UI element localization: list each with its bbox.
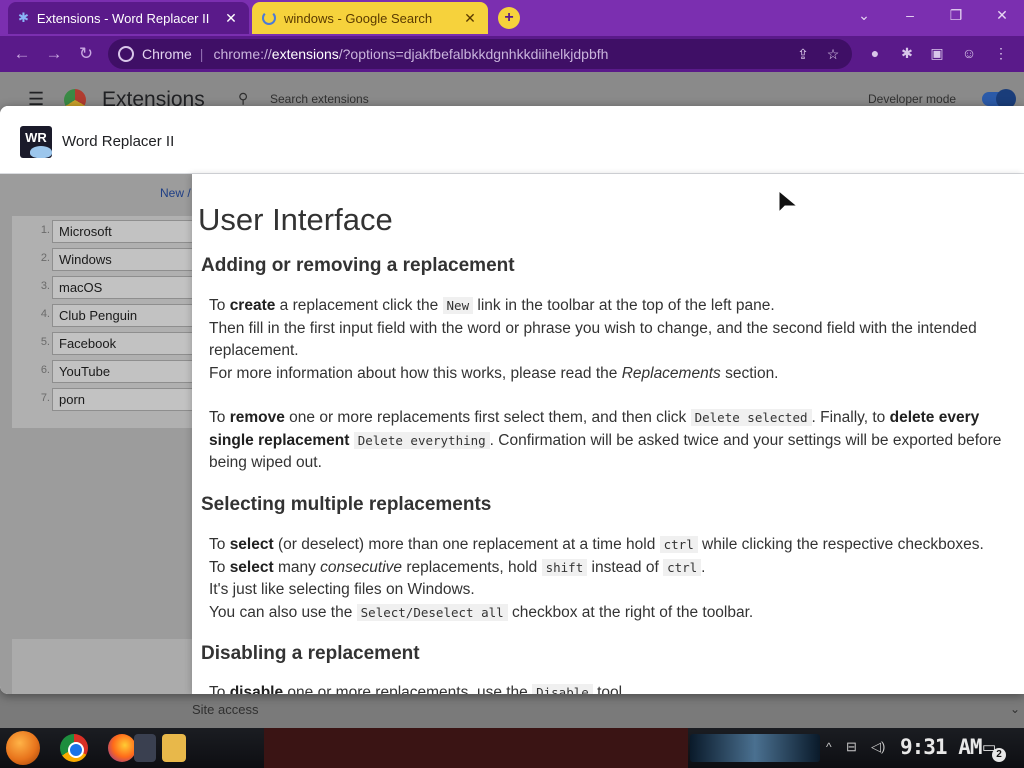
- tab-close-icon[interactable]: ✕: [223, 10, 239, 27]
- help-paragraph: To select (or deselect) more than one re…: [209, 536, 984, 621]
- replacement-input[interactable]: Club Penguin: [52, 304, 192, 327]
- help-title: User Interface: [198, 202, 393, 237]
- new-tab-button[interactable]: +: [498, 7, 520, 29]
- reload-icon[interactable]: ↻: [74, 42, 98, 66]
- more-menu-icon[interactable]: ⋮: [990, 42, 1012, 64]
- section-heading-selecting-multiple: Selecting multiple replacements: [201, 494, 492, 515]
- developer-mode-toggle[interactable]: [982, 89, 1016, 109]
- tab-search-icon[interactable]: ⌄: [850, 4, 878, 26]
- row-number: 4.: [40, 308, 50, 320]
- minimize-button[interactable]: –: [896, 4, 924, 26]
- tab-strip: ✱ Extensions - Word Replacer II ✕ window…: [0, 0, 1024, 36]
- list-item: 1. Microsoft: [12, 218, 192, 244]
- replacement-input[interactable]: YouTube: [52, 360, 192, 383]
- share-icon[interactable]: ⇪: [792, 43, 814, 65]
- list-item: 3. macOS: [12, 274, 192, 300]
- section-heading-adding-removing: Adding or removing a replacement: [201, 255, 515, 276]
- side-panel-icon[interactable]: ▣: [926, 42, 948, 64]
- address-bar[interactable]: Chrome | chrome://extensions/?options=dj…: [108, 39, 852, 69]
- new-replacement-link[interactable]: New /: [160, 186, 191, 200]
- options-dialog: WR Word Replacer II New / 1. Microsoft 2…: [0, 106, 1024, 694]
- row-number: 6.: [40, 364, 50, 376]
- bookmark-star-icon[interactable]: ☆: [822, 43, 844, 65]
- mouse-cursor-icon: [778, 190, 799, 214]
- back-icon[interactable]: ←: [10, 42, 34, 66]
- search-icon: ⚲: [238, 90, 249, 106]
- section-heading-disabling: Disabling a replacement: [201, 643, 420, 664]
- close-window-button[interactable]: ✕: [988, 4, 1016, 26]
- tab-title: Extensions - Word Replacer II: [36, 10, 210, 26]
- puzzle-icon: ✱: [18, 10, 29, 25]
- file-explorer-icon[interactable]: [162, 734, 186, 762]
- row-number: 7.: [40, 392, 50, 404]
- list-item: 5. Facebook: [12, 330, 192, 356]
- replacements-toolbar: New /: [0, 174, 192, 214]
- network-icon[interactable]: ⊟: [846, 739, 857, 755]
- profile-extension-icon[interactable]: ●: [864, 42, 886, 64]
- replacement-input[interactable]: porn: [52, 388, 192, 411]
- tab-title: windows - Google Search: [284, 10, 433, 26]
- replacement-input[interactable]: Facebook: [52, 332, 192, 355]
- taskbar-media-strip: [690, 734, 820, 762]
- dialog-title: Word Replacer II: [62, 133, 175, 150]
- list-item: 4. Club Penguin: [12, 302, 192, 328]
- loading-spinner-icon: [262, 11, 276, 25]
- forward-icon[interactable]: →: [42, 42, 66, 66]
- help-paragraph: To remove one or more replacements first…: [209, 409, 1002, 471]
- row-number: 5.: [40, 336, 50, 348]
- list-item: 6. YouTube: [12, 358, 192, 384]
- replacements-pane: New / 1. Microsoft 2. Windows 3. macOS 4…: [0, 174, 192, 694]
- clock[interactable]: 9:31 AM: [900, 735, 983, 759]
- help-paragraph: To create a replacement click the New li…: [209, 297, 977, 382]
- row-number: 2.: [40, 252, 50, 264]
- developer-mode-label: Developer mode: [868, 92, 957, 106]
- replacement-list: 1. Microsoft 2. Windows 3. macOS 4. Club…: [12, 216, 192, 428]
- row-number: 1.: [40, 224, 50, 236]
- url-text: chrome://extensions/?options=djakfbefalb…: [213, 46, 609, 62]
- help-paragraph: To disable one or more replacements, use…: [209, 682, 1024, 694]
- chrome-icon[interactable]: [60, 734, 88, 762]
- search-input[interactable]: Search extensions: [270, 92, 369, 106]
- start-orb-icon[interactable]: [6, 731, 40, 765]
- extensions-puzzle-icon[interactable]: ✱: [896, 42, 918, 64]
- restore-button[interactable]: ❐: [942, 4, 970, 26]
- word-replacer-logo-icon: WR: [20, 126, 52, 158]
- replacement-input[interactable]: Microsoft: [52, 220, 192, 243]
- notification-count-badge: 2: [992, 748, 1006, 762]
- tab-extensions[interactable]: ✱ Extensions - Word Replacer II ✕: [8, 2, 249, 34]
- firefox-icon[interactable]: [108, 734, 136, 762]
- list-item: 2. Windows: [12, 246, 192, 272]
- site-chip: Chrome: [142, 46, 192, 62]
- tab-google-search[interactable]: windows - Google Search ✕: [252, 2, 488, 34]
- volume-icon[interactable]: ◁): [871, 739, 885, 755]
- help-pane[interactable]: User Interface Adding or removing a repl…: [192, 174, 1024, 694]
- dialog-header: WR Word Replacer II: [0, 106, 1024, 174]
- chevron-down-icon[interactable]: ⌄: [1010, 702, 1020, 716]
- replacement-input[interactable]: macOS: [52, 276, 192, 299]
- media-player-icon[interactable]: [134, 734, 156, 762]
- chrome-site-icon: [118, 46, 134, 62]
- profile-avatar-icon[interactable]: ☺: [958, 42, 980, 64]
- replacement-input[interactable]: Windows: [52, 248, 192, 271]
- tray-overflow-chevron-icon[interactable]: ^: [826, 740, 832, 754]
- list-item: 7. porn: [12, 386, 192, 412]
- site-access-label: Site access: [192, 702, 259, 717]
- omnibox-separator: |: [199, 46, 204, 62]
- taskbar: ^ ⊟ ◁) 9:31 AM ▭ 2: [0, 728, 1024, 768]
- taskbar-window-area: [264, 728, 688, 768]
- tab-close-icon[interactable]: ✕: [462, 10, 478, 27]
- row-number: 3.: [40, 280, 50, 292]
- replacements-footer: [12, 639, 192, 694]
